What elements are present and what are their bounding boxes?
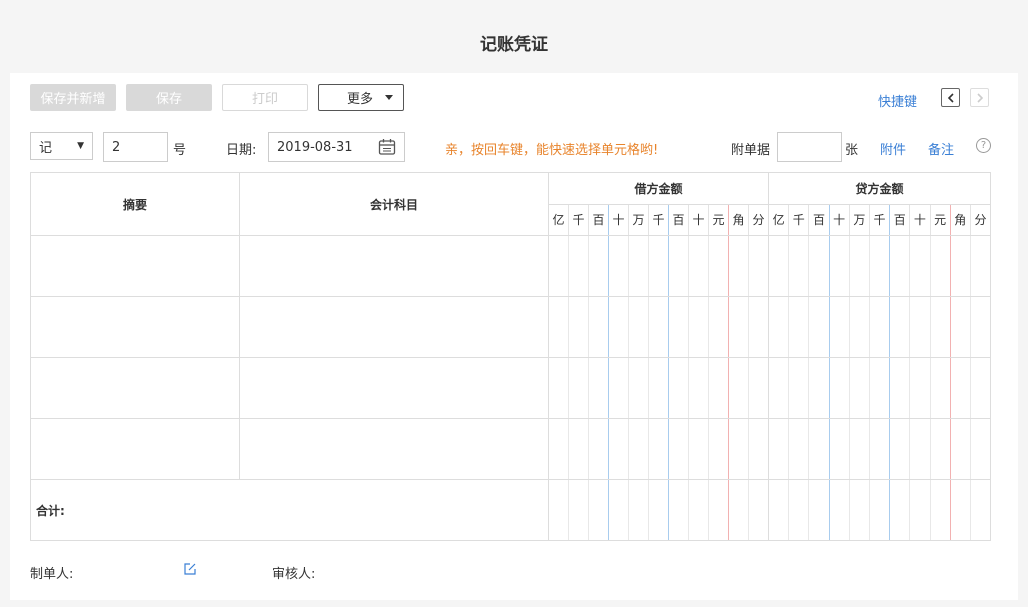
debit-amount-cell[interactable] <box>548 418 769 480</box>
date-input[interactable]: 2019-08-31 <box>268 132 405 162</box>
attachment-link[interactable]: 附件 <box>880 139 906 158</box>
digit-unit-label: 万 <box>629 205 649 235</box>
digit-unit-label: 千 <box>870 205 891 235</box>
shortcut-link[interactable]: 快捷键 <box>878 91 917 110</box>
debit-amount-cell[interactable] <box>548 357 769 419</box>
date-value: 2019-08-31 <box>277 139 353 155</box>
digit-unit-label: 亿 <box>769 205 790 235</box>
maker-label: 制单人: <box>30 567 74 582</box>
subject-cell[interactable] <box>239 357 549 419</box>
prev-voucher-button[interactable] <box>941 88 960 107</box>
subject-header: 会计科目 <box>239 172 549 236</box>
caret-down-icon: ▼ <box>77 141 84 151</box>
chevron-right-icon <box>976 92 983 103</box>
voucher-panel: 保存并新增 保存 打印 更多 快捷键 记 ▼ 2 号 日期: 2019-08-3… <box>10 73 1018 600</box>
note-link[interactable]: 备注 <box>928 139 954 158</box>
debit-amount-cell[interactable] <box>548 235 769 297</box>
voucher-entry-table: 摘要 会计科目 借方金额 贷方金额 亿千百十万千百十元角分 亿千百十万千百十元角… <box>30 172 991 541</box>
attachment-unit: 张 <box>845 143 859 158</box>
digit-unit-label: 千 <box>789 205 810 235</box>
digit-unit-label: 角 <box>729 205 749 235</box>
more-dropdown[interactable]: 更多 <box>318 84 404 111</box>
total-label: 合计: <box>30 479 549 541</box>
subject-cell[interactable] <box>239 296 549 358</box>
print-button[interactable]: 打印 <box>222 84 308 111</box>
credit-total-cell[interactable] <box>769 480 990 540</box>
reviewer-label: 审核人: <box>272 567 316 582</box>
digit-unit-label: 分 <box>752 213 765 227</box>
digit-unit-label: 角 <box>951 205 971 235</box>
digit-unit-label: 元 <box>709 205 729 235</box>
summary-cell[interactable] <box>30 357 240 419</box>
summary-cell[interactable] <box>30 296 240 358</box>
voucher-number-suffix: 号 <box>173 143 187 158</box>
table-row <box>30 357 991 419</box>
table-row <box>30 235 991 297</box>
save-button[interactable]: 保存 <box>126 84 212 111</box>
credit-amount-cell[interactable] <box>768 418 991 480</box>
date-label: 日期: <box>226 143 257 158</box>
save-and-new-button[interactable]: 保存并新增 <box>30 84 116 111</box>
credit-amount-cell[interactable] <box>768 235 991 297</box>
credit-header: 贷方金额 <box>768 172 991 205</box>
voucher-type-value: 记 <box>39 140 53 156</box>
page-title: 记账凭证 <box>480 35 548 55</box>
voucher-type-select[interactable]: 记 ▼ <box>30 132 93 160</box>
digit-unit-label: 十 <box>910 205 931 235</box>
digit-unit-label: 十 <box>830 205 850 235</box>
attachment-count-label: 附单据 <box>731 143 771 158</box>
credit-amount-cell[interactable] <box>768 357 991 419</box>
debit-header: 借方金额 <box>548 172 769 205</box>
digit-unit-label: 百 <box>809 205 830 235</box>
digit-unit-label: 百 <box>890 205 911 235</box>
more-label: 更多 <box>347 92 374 107</box>
chevron-left-icon <box>947 92 954 103</box>
help-icon[interactable]: ? <box>976 138 991 153</box>
next-voucher-button[interactable] <box>970 88 989 107</box>
digit-unit-label: 百 <box>669 205 689 235</box>
debit-digit-units: 亿千百十万千百十元角分 <box>549 205 768 235</box>
digit-unit-label: 千 <box>649 205 669 235</box>
digit-unit-label: 十 <box>689 205 709 235</box>
digit-unit-label: 百 <box>589 205 609 235</box>
caret-down-icon <box>385 95 393 100</box>
enter-key-hint: 亲，按回车键，能快速选择单元格哟! <box>445 143 659 158</box>
digit-unit-label: 十 <box>609 205 629 235</box>
subject-cell[interactable] <box>239 418 549 480</box>
credit-digit-units: 亿千百十万千百十元角分 <box>769 205 990 235</box>
digit-unit-label: 元 <box>931 205 951 235</box>
attachment-count-input[interactable] <box>777 132 842 162</box>
summary-cell[interactable] <box>30 235 240 297</box>
debit-amount-cell[interactable] <box>548 296 769 358</box>
calendar-icon[interactable] <box>378 138 396 156</box>
subject-cell[interactable] <box>239 235 549 297</box>
digit-unit-label: 千 <box>569 205 589 235</box>
credit-amount-cell[interactable] <box>768 296 991 358</box>
digit-unit-label: 分 <box>974 213 987 227</box>
summary-header: 摘要 <box>30 172 240 236</box>
edit-icon[interactable] <box>183 562 197 576</box>
voucher-number-input[interactable]: 2 <box>103 132 168 162</box>
digit-unit-label: 万 <box>850 205 870 235</box>
summary-cell[interactable] <box>30 418 240 480</box>
table-row <box>30 418 991 480</box>
digit-unit-label: 亿 <box>549 205 569 235</box>
debit-total-cell[interactable] <box>549 480 768 540</box>
table-row <box>30 296 991 358</box>
